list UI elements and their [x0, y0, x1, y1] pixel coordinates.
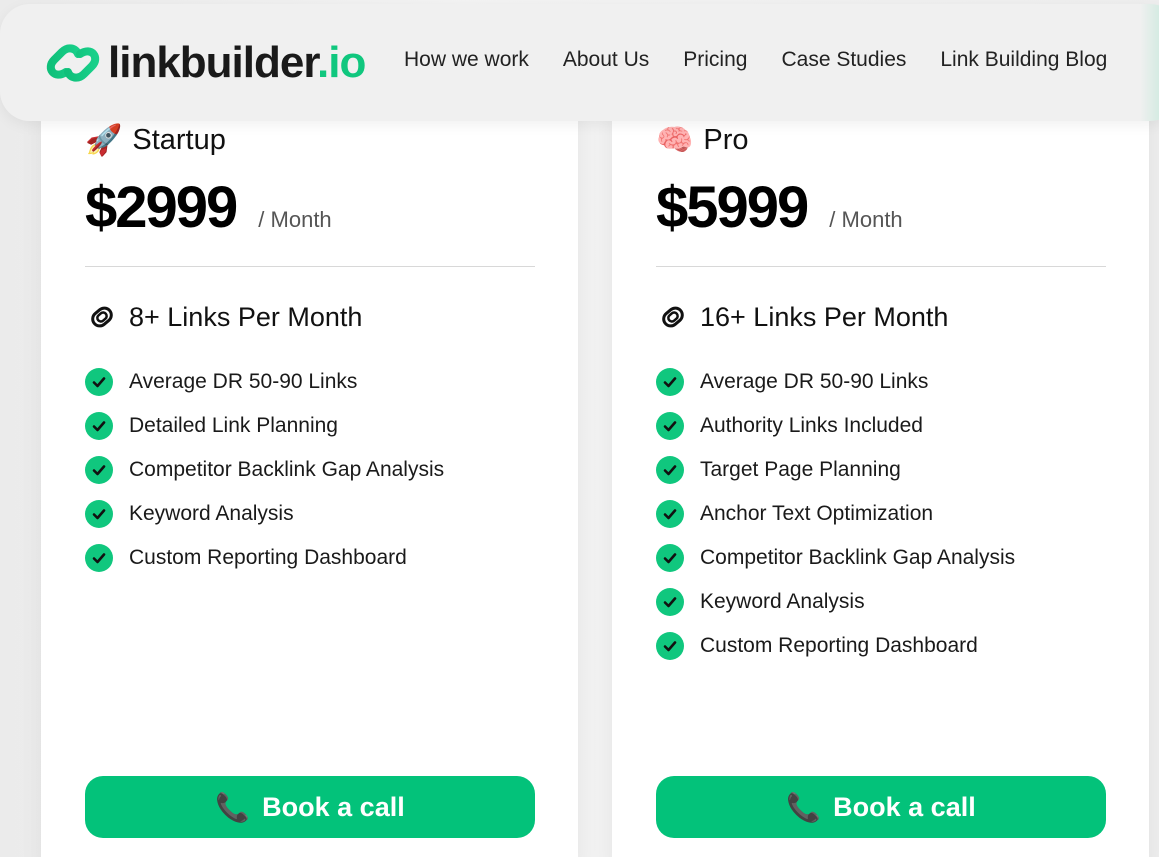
feature-text: Authority Links Included	[700, 414, 923, 437]
plan-name: Startup	[132, 124, 226, 156]
book-a-call-button[interactable]: 📞 Book a call	[85, 776, 535, 838]
nav-link-building-blog[interactable]: Link Building Blog	[940, 48, 1107, 72]
feature-text: Anchor Text Optimization	[700, 502, 934, 525]
divider	[85, 266, 535, 267]
links-heading-text: 16+ Links Per Month	[700, 301, 949, 332]
feature-item: Custom Reporting Dashboard	[656, 624, 1015, 668]
check-icon	[656, 500, 684, 528]
rocket-icon: 🚀	[85, 123, 123, 157]
feature-item: Average DR 50-90 Links	[85, 360, 444, 404]
book-a-call-button[interactable]: 📞 Book a call	[656, 776, 1106, 838]
pricing-page: 🚀 Startup $2999 / Month 8+ Links Per Mon…	[0, 0, 1159, 857]
book-a-call-label: Book a call	[262, 791, 405, 822]
feature-text: Average DR 50-90 Links	[700, 370, 929, 393]
site-header: linkbuilder.io How we work About Us Pric…	[0, 4, 1159, 121]
feature-text: Keyword Analysis	[700, 590, 865, 613]
header-edge-glow	[1140, 4, 1159, 121]
feature-text: Custom Reporting Dashboard	[700, 634, 978, 657]
plan-title: 🚀 Startup	[85, 124, 226, 157]
links-per-month-heading: 8+ Links Per Month	[85, 300, 362, 334]
plan-name: Pro	[703, 124, 749, 156]
nav-how-we-work[interactable]: How we work	[404, 48, 529, 72]
plan-title: 🧠 Pro	[656, 124, 749, 157]
book-a-call-label: Book a call	[833, 791, 976, 822]
logo-tld: io	[328, 38, 366, 87]
feature-text: Detailed Link Planning	[129, 414, 338, 437]
logo-dot: .	[317, 38, 329, 87]
link-logo-icon	[46, 44, 100, 82]
paperclip-icon	[91, 306, 113, 328]
feature-item: Competitor Backlink Gap Analysis	[656, 536, 1015, 580]
feature-text: Keyword Analysis	[129, 502, 294, 525]
check-icon	[656, 632, 684, 660]
check-icon	[656, 544, 684, 572]
feature-list: Average DR 50-90 Links Detailed Link Pla…	[85, 360, 444, 580]
plan-card-pro: 🧠 Pro $5999 / Month 16+ Links Per Month …	[612, 100, 1149, 857]
feature-text: Competitor Backlink Gap Analysis	[129, 458, 445, 481]
feature-text: Competitor Backlink Gap Analysis	[700, 546, 1016, 569]
price-period: / Month	[258, 207, 332, 232]
check-icon	[85, 544, 113, 572]
logo-name: linkbuilder	[108, 38, 318, 87]
links-heading-text: 8+ Links Per Month	[129, 301, 363, 332]
price-row: $2999 / Month	[85, 174, 332, 241]
check-icon	[656, 588, 684, 616]
feature-item: Keyword Analysis	[85, 492, 444, 536]
check-icon	[656, 368, 684, 396]
feature-item: Anchor Text Optimization	[656, 492, 1015, 536]
nav-case-studies[interactable]: Case Studies	[781, 48, 906, 72]
paperclip-icon	[662, 306, 684, 328]
feature-text: Average DR 50-90 Links	[129, 370, 358, 393]
check-icon	[85, 456, 113, 484]
check-icon	[85, 368, 113, 396]
plan-card-startup: 🚀 Startup $2999 / Month 8+ Links Per Mon…	[41, 100, 578, 857]
check-icon	[656, 412, 684, 440]
feature-item: Average DR 50-90 Links	[656, 360, 1015, 404]
logo[interactable]: linkbuilder.io	[44, 38, 366, 88]
feature-item: Competitor Backlink Gap Analysis	[85, 448, 444, 492]
check-icon	[85, 500, 113, 528]
plan-price: $2999	[85, 175, 238, 240]
price-row: $5999 / Month	[656, 174, 903, 241]
nav-about-us[interactable]: About Us	[563, 48, 649, 72]
feature-item: Detailed Link Planning	[85, 404, 444, 448]
check-icon	[656, 456, 684, 484]
feature-text: Custom Reporting Dashboard	[129, 546, 407, 569]
check-icon	[85, 412, 113, 440]
links-per-month-heading: 16+ Links Per Month	[656, 300, 948, 334]
nav-pricing[interactable]: Pricing	[683, 48, 747, 72]
feature-item: Keyword Analysis	[656, 580, 1015, 624]
plan-price: $5999	[656, 175, 809, 240]
feature-list: Average DR 50-90 Links Authority Links I…	[656, 360, 1015, 668]
divider	[656, 266, 1106, 267]
main-nav: How we work About Us Pricing Case Studie…	[404, 48, 1107, 72]
phone-icon: 📞	[215, 791, 251, 823]
phone-icon: 📞	[786, 791, 822, 823]
feature-text: Target Page Planning	[700, 458, 901, 481]
brain-icon: 🧠	[656, 123, 694, 157]
logo-wordmark: linkbuilder.io	[108, 38, 366, 88]
feature-item: Custom Reporting Dashboard	[85, 536, 444, 580]
feature-item: Authority Links Included	[656, 404, 1015, 448]
price-period: / Month	[829, 207, 903, 232]
feature-item: Target Page Planning	[656, 448, 1015, 492]
